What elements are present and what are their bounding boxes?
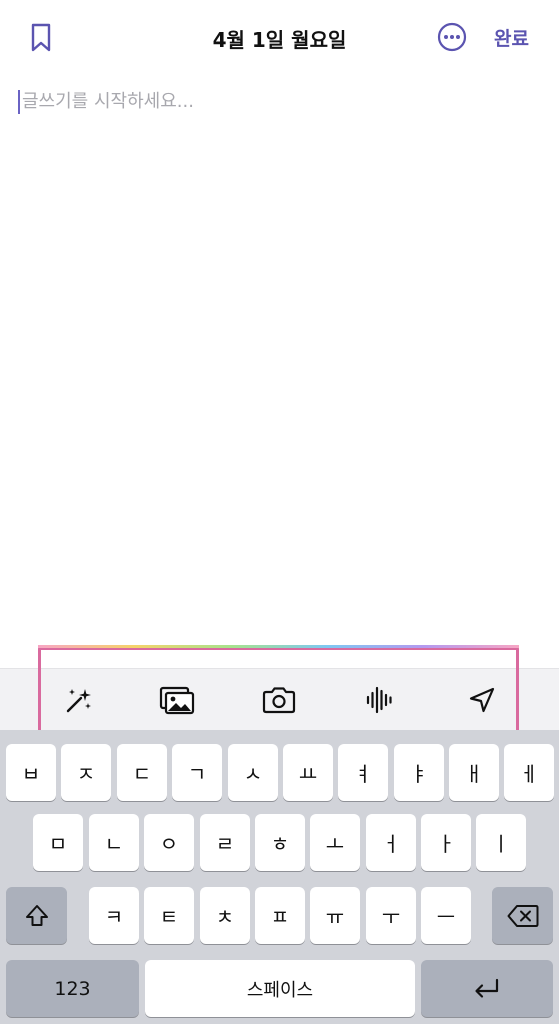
key-label: ㄷ: [132, 762, 152, 786]
key-label: ㅊ: [215, 905, 235, 929]
key-ya[interactable]: ㅑ: [394, 744, 444, 801]
shift-icon: [25, 904, 48, 926]
key-n[interactable]: ㄴ: [89, 814, 139, 871]
space-key[interactable]: 스페이스: [145, 960, 415, 1017]
key-d[interactable]: ㄷ: [117, 744, 167, 801]
editor-placeholder: 글쓰기를 시작하세요...: [22, 91, 194, 112]
key-label: ㅔ: [519, 762, 539, 786]
text-caret: [18, 90, 20, 114]
key-j[interactable]: ㅈ: [61, 744, 111, 801]
key-i[interactable]: ㅣ: [476, 814, 526, 871]
key-eu[interactable]: ㅡ: [421, 887, 471, 944]
key-b[interactable]: ㅂ: [6, 744, 56, 801]
key-label: ㅗ: [325, 832, 345, 856]
key-label: ㅕ: [353, 762, 373, 786]
key-ch[interactable]: ㅊ: [200, 887, 250, 944]
key-o[interactable]: ㅗ: [310, 814, 360, 871]
key-yu[interactable]: ㅠ: [310, 887, 360, 944]
key-ng[interactable]: ㅇ: [144, 814, 194, 871]
key-label: ㅌ: [159, 905, 179, 929]
key-t[interactable]: ㅌ: [144, 887, 194, 944]
key-label: ㅎ: [270, 832, 290, 856]
key-s[interactable]: ㅅ: [228, 744, 278, 801]
more-options-icon[interactable]: [436, 21, 468, 53]
key-label: ㅏ: [436, 832, 456, 856]
location-arrow-icon[interactable]: [464, 682, 500, 718]
key-label: ㅓ: [381, 832, 401, 856]
key-ae[interactable]: ㅐ: [449, 744, 499, 801]
done-button[interactable]: 완료: [494, 24, 529, 51]
toolbar-gradient-top: [38, 645, 519, 648]
backspace-icon: [507, 904, 538, 927]
key-u[interactable]: ㅜ: [366, 887, 416, 944]
key-label: ㄴ: [104, 832, 124, 856]
key-label: 123: [54, 977, 91, 1000]
key-yeo[interactable]: ㅕ: [338, 744, 388, 801]
key-label: ㅅ: [243, 762, 263, 786]
key-g[interactable]: ㄱ: [172, 744, 222, 801]
key-a[interactable]: ㅏ: [421, 814, 471, 871]
keyboard: ㅂ ㅈ ㄷ ㄱ ㅅ ㅛ ㅕ ㅑ ㅐ ㅔ ㅁ ㄴ ㅇ ㄹ ㅎ ㅗ ㅓ ㅏ ㅣ ㅋ …: [0, 730, 559, 1024]
key-label: ㅋ: [104, 905, 124, 929]
audio-waveform-icon[interactable]: [362, 682, 398, 718]
key-label: ㅑ: [409, 762, 429, 786]
page-title: 4월 1일 월요일: [212, 28, 347, 52]
key-label: 스페이스: [246, 979, 314, 1001]
key-label: ㅠ: [325, 905, 345, 929]
key-label: ㅜ: [381, 905, 401, 929]
key-h[interactable]: ㅎ: [255, 814, 305, 871]
key-label: ㅂ: [21, 762, 41, 786]
key-label: ㄱ: [187, 762, 207, 786]
key-label: ㅛ: [298, 762, 318, 786]
key-label: ㅡ: [436, 905, 456, 929]
photo-gallery-icon[interactable]: [159, 682, 195, 718]
camera-icon[interactable]: [261, 682, 297, 718]
numbers-key[interactable]: 123: [6, 960, 139, 1017]
key-r[interactable]: ㄹ: [200, 814, 250, 871]
shift-key[interactable]: [6, 887, 67, 944]
key-label: ㅇ: [159, 832, 179, 856]
return-key[interactable]: [421, 960, 553, 1017]
key-e[interactable]: ㅔ: [504, 744, 554, 801]
header: 4월 1일 월요일 완료: [0, 0, 559, 72]
key-eo[interactable]: ㅓ: [366, 814, 416, 871]
key-k[interactable]: ㅋ: [89, 887, 139, 944]
key-label: ㅐ: [464, 762, 484, 786]
key-m[interactable]: ㅁ: [33, 814, 83, 871]
text-editor[interactable]: 글쓰기를 시작하세요...: [18, 88, 538, 118]
key-label: ㅈ: [76, 762, 96, 786]
key-p[interactable]: ㅍ: [255, 887, 305, 944]
key-label: ㄹ: [215, 832, 235, 856]
key-label: ㅣ: [491, 832, 511, 856]
backspace-key[interactable]: [492, 887, 553, 944]
key-label: ㅍ: [270, 905, 290, 929]
magic-wand-icon[interactable]: [60, 682, 96, 718]
return-icon: [475, 978, 499, 998]
key-yo[interactable]: ㅛ: [283, 744, 333, 801]
key-label: ㅁ: [48, 832, 68, 856]
